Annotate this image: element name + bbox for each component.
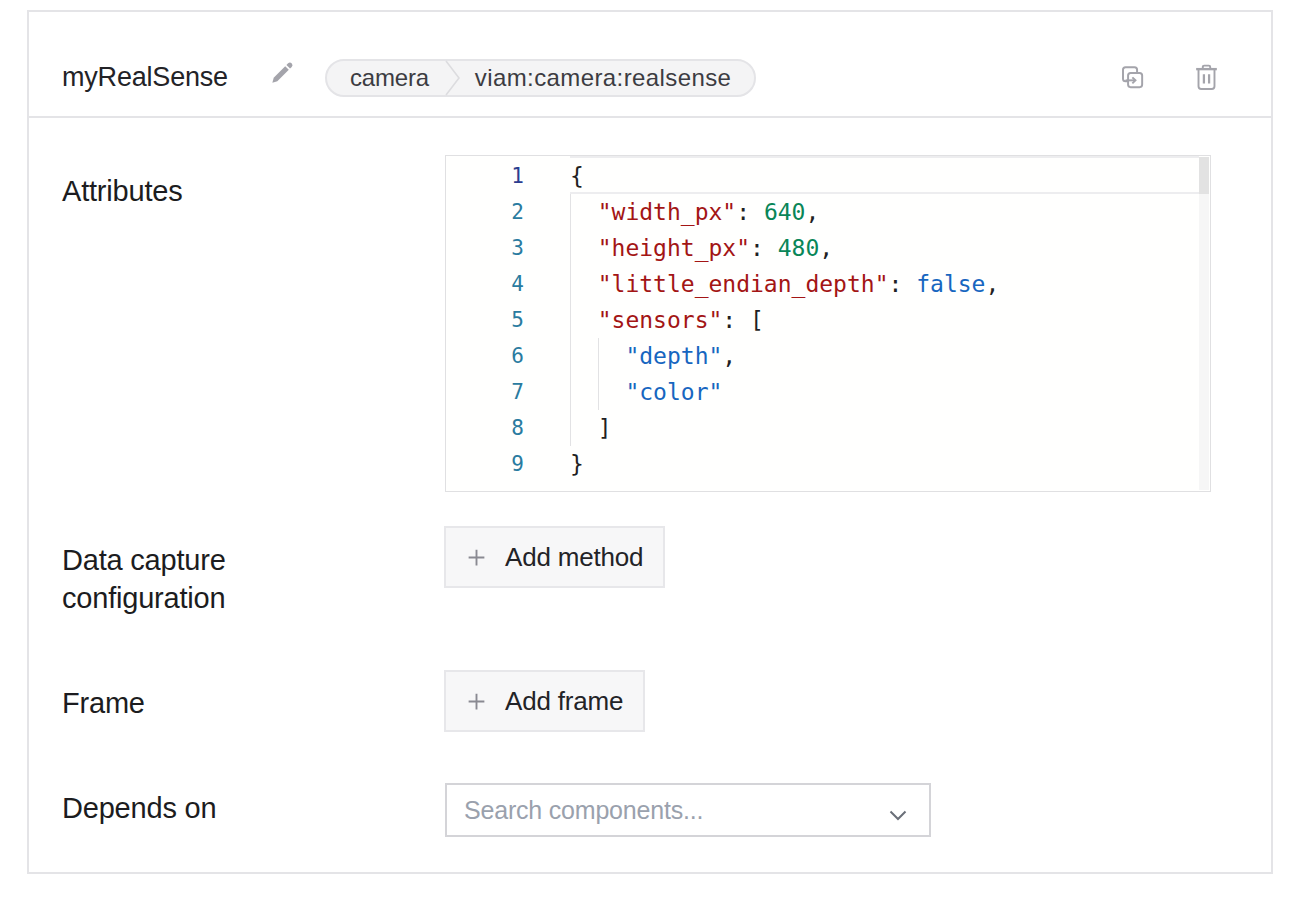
- line-number: 9: [446, 446, 524, 482]
- duplicate-button[interactable]: [1118, 62, 1146, 96]
- trash-icon: [1193, 62, 1220, 92]
- editor-line[interactable]: 5 "sensors": [: [446, 302, 1210, 338]
- attributes-json-editor[interactable]: 1{2 "width_px": 640,3 "height_px": 480,4…: [445, 155, 1211, 492]
- plus-icon: [466, 547, 487, 568]
- component-model: viam:camera:realsense: [475, 64, 732, 92]
- code-line-text: "height_px": 480,: [570, 230, 833, 266]
- editor-line[interactable]: 6 "depth",: [446, 338, 1210, 374]
- editor-scrollbar-thumb[interactable]: [1199, 157, 1209, 194]
- line-number: 5: [446, 302, 524, 338]
- component-category: camera: [350, 64, 429, 92]
- line-number: 8: [446, 410, 524, 446]
- editor-line[interactable]: 3 "height_px": 480,: [446, 230, 1210, 266]
- chevron-down-icon: [889, 807, 907, 825]
- component-type-badge: camera viam:camera:realsense: [325, 59, 756, 97]
- editor-line[interactable]: 9}: [446, 446, 1210, 482]
- editor-line[interactable]: 1{: [446, 158, 1210, 194]
- editor-line[interactable]: 4 "little_endian_depth": false,: [446, 266, 1210, 302]
- component-card: myRealSense camera viam:camera:realsense: [27, 10, 1273, 874]
- editor-line[interactable]: 2 "width_px": 640,: [446, 194, 1210, 230]
- line-number: 6: [446, 338, 524, 374]
- plus-icon: [466, 691, 487, 712]
- add-method-label: Add method: [505, 542, 643, 573]
- data-capture-label: Data capture configuration: [62, 541, 392, 617]
- edit-name-button[interactable]: [269, 59, 296, 86]
- line-number: 4: [446, 266, 524, 302]
- add-method-button[interactable]: Add method: [444, 526, 665, 588]
- component-card-header: myRealSense camera viam:camera:realsense: [29, 12, 1271, 118]
- depends-on-select[interactable]: Search components...: [445, 783, 931, 837]
- editor-scrollbar[interactable]: [1199, 157, 1209, 490]
- attributes-label: Attributes: [62, 172, 392, 210]
- line-number: 7: [446, 374, 524, 410]
- code-line-text: "little_endian_depth": false,: [570, 266, 999, 302]
- code-line-text: }: [570, 446, 584, 482]
- duplicate-icon: [1118, 62, 1146, 92]
- line-number: 1: [446, 158, 524, 194]
- depends-on-placeholder: Search components...: [464, 796, 703, 825]
- code-line-text: {: [570, 158, 584, 194]
- editor-line[interactable]: 8 ]: [446, 410, 1210, 446]
- line-number: 2: [446, 194, 524, 230]
- line-number: 3: [446, 230, 524, 266]
- depends-on-label: Depends on: [62, 789, 392, 827]
- delete-button[interactable]: [1193, 62, 1220, 96]
- pencil-icon: [269, 59, 296, 86]
- add-frame-label: Add frame: [505, 686, 623, 717]
- frame-label: Frame: [62, 684, 392, 722]
- component-name: myRealSense: [62, 62, 228, 93]
- code-line-text: ]: [570, 410, 612, 446]
- badge-separator-chevron-icon: [445, 59, 461, 97]
- code-line-text: "sensors": [: [570, 302, 764, 338]
- add-frame-button[interactable]: Add frame: [444, 670, 645, 732]
- editor-line[interactable]: 7 "color": [446, 374, 1210, 410]
- code-line-text: "color": [570, 374, 722, 410]
- code-line-text: "depth",: [570, 338, 736, 374]
- code-line-text: "width_px": 640,: [570, 194, 819, 230]
